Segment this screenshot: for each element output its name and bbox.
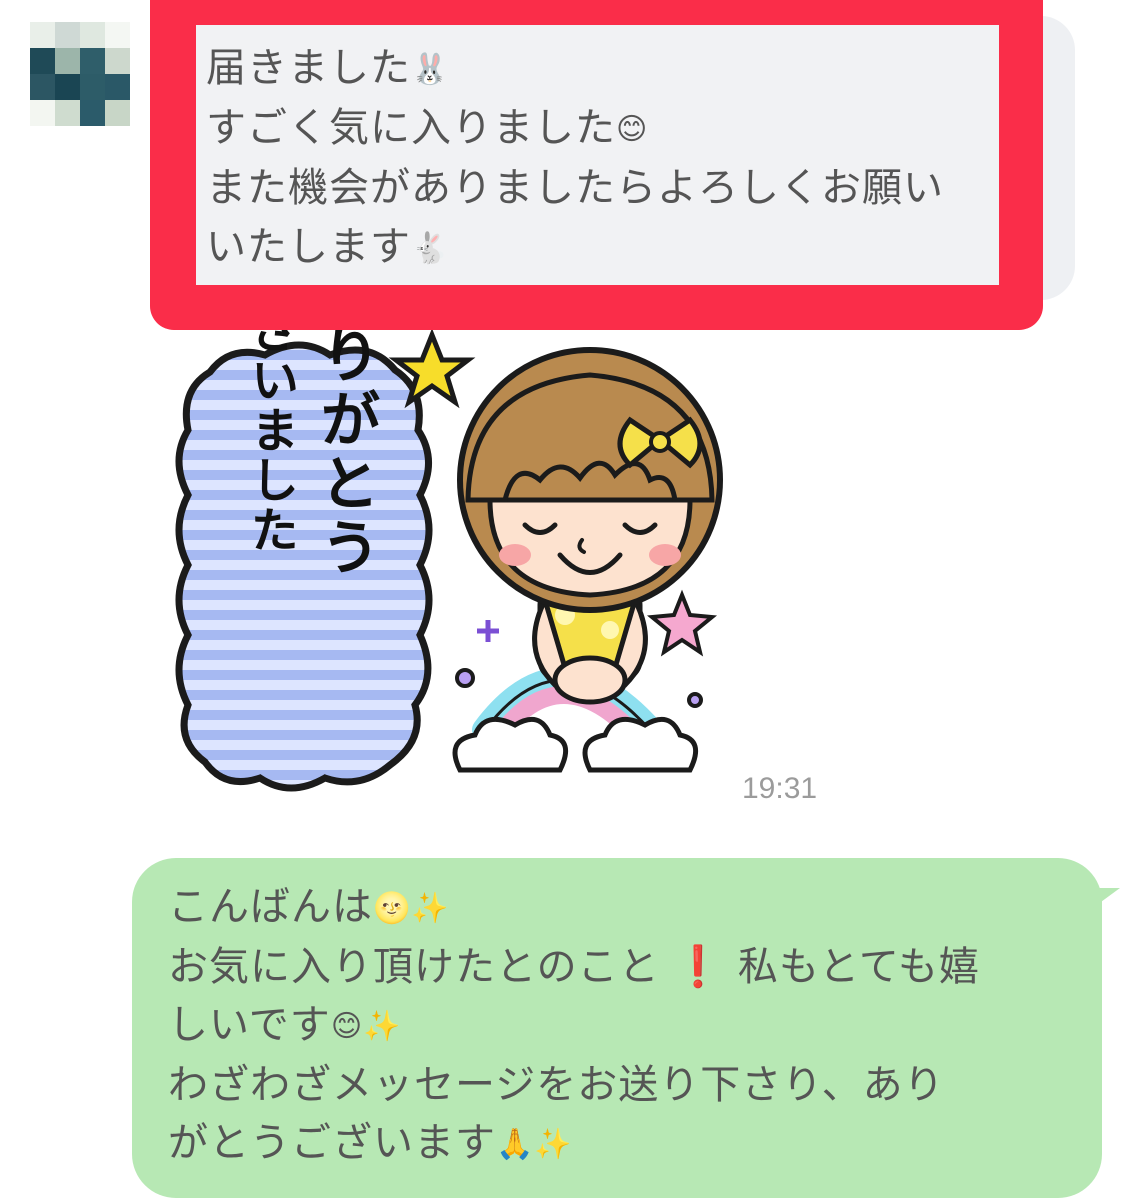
- praying-hands-emoji-icon: 🙏: [496, 1127, 535, 1162]
- outgoing-line-4: わざわざメッセージをお送り下さり、あり: [168, 1062, 945, 1108]
- incoming-line-3: また機会がありましたらよろしくお願い: [206, 165, 944, 211]
- bunny-emoji-icon: 🐰: [411, 52, 450, 87]
- sparkles-emoji-icon: ✨: [411, 891, 450, 926]
- outgoing-line-2a: お気に入り頂けたとのこと: [168, 944, 660, 990]
- sparkles-emoji-icon: ✨: [534, 1127, 573, 1162]
- incoming-line-2: すごく気に入りました: [206, 105, 616, 151]
- bunny-wave-emoji-icon: 🐇: [411, 231, 450, 266]
- incoming-message-content: 届きました🐰 すごく気に入りました😊 また機会がありましたらよろしくお願い いた…: [196, 25, 999, 285]
- sticker-text-thanks: ありがとう: [310, 330, 380, 580]
- outgoing-line-1: こんばんは: [168, 884, 373, 930]
- cloud-decor: [452, 716, 699, 773]
- pink-star-icon: [646, 589, 718, 657]
- moon-face-emoji-icon: 🌝: [373, 891, 412, 926]
- message-timestamp: 19:31: [742, 772, 818, 805]
- smile-bubble-emoji-icon: 😊: [616, 112, 649, 147]
- incoming-line-4: いたします: [206, 224, 411, 270]
- girl-character: [457, 347, 723, 705]
- sticker-text-gozaimashita: ございました: [242, 330, 298, 555]
- smiling-face-emoji-icon: 😊: [330, 1009, 364, 1044]
- thank-you-sticker[interactable]: ありがとう ございました: [170, 330, 730, 810]
- outgoing-message-content: こんばんは🌝✨ お気に入り頂けたとのこと ❗ 私もとても嬉 しいです😊✨ わざわ…: [168, 878, 1068, 1174]
- outgoing-line-2b: 私もとても嬉: [737, 944, 980, 990]
- outgoing-line-3: しいです: [168, 1002, 331, 1048]
- outgoing-line-5: がとうございます: [168, 1120, 496, 1166]
- speech-cloud: [175, 341, 433, 792]
- exclamation-icon: ❗: [673, 944, 725, 990]
- avatar[interactable]: [30, 22, 130, 127]
- bubble-tail: [1090, 888, 1120, 910]
- sparkles-emoji-icon: ✨: [363, 1009, 402, 1044]
- incoming-line-1: 届きました: [206, 45, 411, 91]
